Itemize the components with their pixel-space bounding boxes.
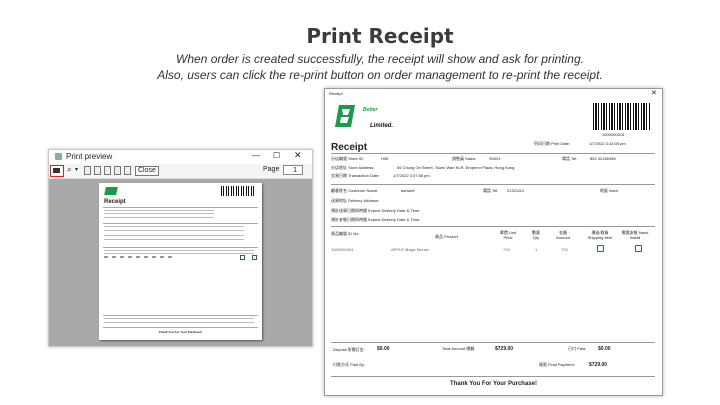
paid-by-label: 付款方式 Paid By: xyxy=(333,362,366,367)
divider xyxy=(331,376,655,377)
item-amount: 729 xyxy=(561,247,568,252)
printer-app-icon xyxy=(55,153,62,160)
total-label: Total Amount 總額: xyxy=(442,346,476,351)
tel-value: 852 32165498 xyxy=(590,156,616,161)
print-button[interactable] xyxy=(50,165,64,177)
item-id: 1000000204 xyxy=(331,247,354,252)
final-payment-value: $729.00 xyxy=(589,362,608,368)
expect-delivery-label: 預計送貨日期與時間 Expect Delivery Date & Time: xyxy=(331,208,421,213)
deposit-label: Deposit 所需訂金: xyxy=(333,347,365,352)
mini-divider xyxy=(103,247,258,248)
col-id: 貨品編號 ID No. xyxy=(331,231,360,236)
preview-canvas: Receipt Thank You For Your Purchase! xyxy=(49,179,312,346)
barcode xyxy=(593,103,651,130)
item-product: APPLE Magic Mouse xyxy=(391,247,429,252)
print-preview-window: Print preview — ☐ ✕ ⌕ ▾ Close Page 1 Rec… xyxy=(48,149,313,347)
area-label: 地區 Area: xyxy=(600,188,619,193)
customer-tel-label: 電話 Tel: xyxy=(483,188,499,193)
transaction-date-value: 1/7/2022 3:37:58 pm xyxy=(393,173,430,178)
three-page-view-icon[interactable] xyxy=(104,166,111,175)
preview-page: Receipt Thank You For Your Purchase! xyxy=(99,183,262,340)
total-value: $729.00 xyxy=(495,346,514,352)
mini-totals-lines xyxy=(104,318,254,325)
install-checkbox[interactable] xyxy=(635,245,642,252)
final-payment-label: 尾款 Final Payment: xyxy=(539,362,575,367)
maximize-icon[interactable]: ☐ xyxy=(273,151,280,160)
sales-label: 銷售員 Sales: xyxy=(452,156,477,161)
print-preview-title: Print preview xyxy=(66,152,113,161)
mini-thanks: Thank You For Your Purchase! xyxy=(158,330,203,334)
four-page-view-icon[interactable] xyxy=(114,166,121,175)
mini-table-header xyxy=(104,250,254,254)
receipt-heading: Receipt xyxy=(331,142,368,153)
item-price: 729 xyxy=(503,247,510,252)
store-address-label: 分店地址 Store Address: xyxy=(331,165,375,170)
print-preview-toolbar: ⌕ ▾ Close Page 1 xyxy=(49,164,312,179)
printer-icon xyxy=(53,168,60,173)
col-unit-price: 單價 Unit Price xyxy=(499,230,517,240)
customer-name-label: 顧客姓名 Customer Name: xyxy=(331,188,379,193)
expect-install-label: 預計安裝日期與時間 Expect Delivery Date & Time: xyxy=(331,217,421,222)
col-qty: 數量 Qty xyxy=(532,230,540,240)
receipt-window: Receipt ✕ Better Limited. Receipt 100000… xyxy=(324,88,663,396)
col-install: 需要安裝 Need Install xyxy=(621,230,649,240)
mini-install-checkbox xyxy=(252,255,257,260)
one-page-view-icon[interactable] xyxy=(84,166,91,175)
divider xyxy=(331,184,655,185)
tel-label: 電話 Tel: xyxy=(562,156,578,161)
receipt-window-title: Receipt xyxy=(329,91,343,96)
sales-value: S0001 xyxy=(489,156,501,161)
brand-logo-icon xyxy=(333,103,359,129)
mini-divider xyxy=(103,223,258,224)
divider xyxy=(331,226,655,227)
paid-label: 已付 Paid: xyxy=(568,346,587,351)
close-icon[interactable]: ✕ xyxy=(294,150,302,161)
store-id-label: 分店編號 Store ID: xyxy=(331,156,364,161)
two-page-view-icon[interactable] xyxy=(94,166,101,175)
slide-subtitle-line1: When order is created successfully, the … xyxy=(176,52,584,66)
six-page-view-icon[interactable] xyxy=(124,166,131,175)
divider xyxy=(331,153,655,154)
print-preview-titlebar: Print preview — ☐ ✕ xyxy=(49,150,312,164)
mini-shipping-checkbox xyxy=(240,255,245,260)
page-label: Page xyxy=(263,166,280,173)
delivery-address-label: 送貨地址 Delivery Address: xyxy=(331,198,380,203)
col-product: 貨品 Product xyxy=(435,234,458,239)
deposit-value: $0.00 xyxy=(377,346,390,352)
minimize-icon[interactable]: — xyxy=(252,151,260,160)
slide-subtitle-line2: Also, users can click the re-print butto… xyxy=(157,68,603,82)
divider xyxy=(331,342,655,343)
page-number-input[interactable]: 1 xyxy=(283,165,303,175)
col-shipping: 運送/取貨 Shipping Item xyxy=(587,230,613,240)
print-date-label: 列印日期 Print Date: xyxy=(534,141,571,146)
item-qty: 1 xyxy=(535,247,538,252)
print-date-value: 1/7/2022 3:43:05 pm xyxy=(589,141,626,146)
mini-receipt-heading: Receipt xyxy=(104,199,126,205)
mini-customer-lines xyxy=(104,226,244,244)
transaction-date-label: 交易日期 Transaction Date: xyxy=(331,173,380,178)
store-address-value: 55 Chung On Street, Tsuen Wan KLR, Emper… xyxy=(397,165,515,170)
customer-tel-value: 21321112 xyxy=(507,188,525,193)
zoom-icon[interactable]: ⌕ xyxy=(67,165,71,175)
brand-name-bottom: Limited. xyxy=(370,123,394,129)
mini-divider xyxy=(103,327,258,328)
mini-store-lines xyxy=(104,210,214,220)
slide-title: Print Receipt xyxy=(306,24,454,48)
close-preview-button[interactable]: Close xyxy=(135,166,159,176)
mini-divider xyxy=(103,315,258,316)
customer-name-value: ashwell xyxy=(401,188,415,193)
mini-brand-logo xyxy=(104,187,118,195)
shipping-checkbox[interactable] xyxy=(597,245,604,252)
store-id-value: H08 xyxy=(381,156,389,161)
paid-value: $0.00 xyxy=(598,346,611,352)
receipt-close-icon[interactable]: ✕ xyxy=(651,89,657,97)
mini-barcode xyxy=(221,186,255,196)
brand-name-top: Better xyxy=(363,107,378,113)
thank-you-text: Thank You For Your Purchase! xyxy=(450,381,537,387)
barcode-number: 1000000015 xyxy=(602,132,625,137)
zoom-dropdown-icon[interactable]: ▾ xyxy=(75,166,78,173)
mini-divider xyxy=(103,207,258,208)
col-amount: 金額 Amount xyxy=(556,230,570,240)
mini-item-row xyxy=(104,256,174,258)
